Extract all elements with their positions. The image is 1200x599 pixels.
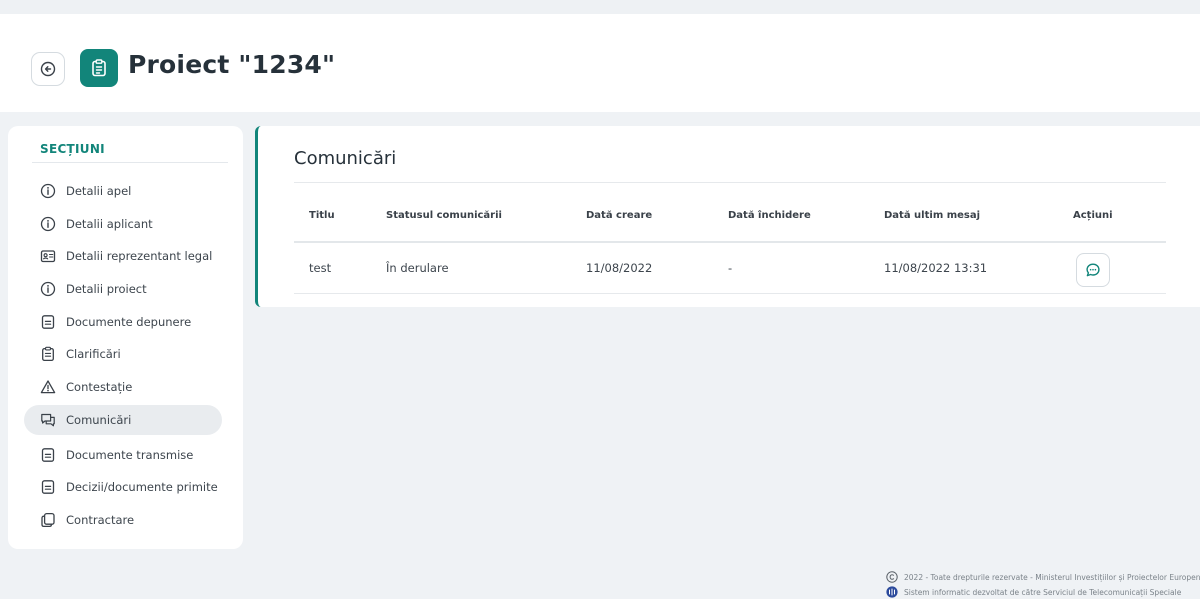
sidebar-item-label: Decizii/documente primite [66, 480, 218, 494]
sidebar-item-label: Documente transmise [66, 448, 194, 462]
sidebar-item-documente-transmise[interactable]: Documente transmise [24, 440, 222, 470]
footer-developer: Sistem informatic dezvoltat de către Ser… [886, 585, 1200, 599]
open-communication-button[interactable] [1076, 253, 1110, 287]
info-icon [40, 281, 56, 297]
cell-titlu: test [309, 261, 332, 275]
sidebar-item-label: Detalii proiect [66, 282, 147, 296]
warning-icon [40, 379, 56, 395]
column-header-data-creare[interactable]: Dată creare [586, 210, 652, 221]
document-icon [40, 314, 56, 330]
sidebar-item-decizii-documente-primite[interactable]: Decizii/documente primite [24, 472, 222, 502]
sidebar-divider [32, 162, 228, 163]
column-header-data-inchidere[interactable]: Dată închidere [728, 210, 811, 221]
table-header-divider [294, 241, 1166, 243]
arrow-left-circle-icon [40, 61, 56, 77]
chat-bubble-icon [1086, 263, 1100, 277]
chat-icon [40, 412, 56, 428]
back-button[interactable] [31, 52, 65, 86]
sts-logo-icon [886, 586, 898, 598]
column-header-data-ultim-mesaj[interactable]: Dată ultim mesaj [884, 210, 980, 221]
clipboard-icon [40, 346, 56, 362]
sidebar-item-label: Contestație [66, 380, 133, 394]
id-card-icon [40, 248, 56, 264]
cell-status: În derulare [386, 261, 449, 275]
sidebar: SECȚIUNI Detalii apel Detalii aplicant D… [8, 126, 243, 549]
footer-developer-text: Sistem informatic dezvoltat de către Ser… [904, 587, 1182, 597]
project-badge [80, 49, 118, 87]
title-divider [294, 182, 1166, 183]
sidebar-item-contestatie[interactable]: Contestație [24, 372, 222, 402]
sidebar-item-label: Detalii aplicant [66, 217, 153, 231]
sidebar-item-comunicari[interactable]: Comunicări [24, 405, 222, 435]
copy-icon [40, 512, 56, 528]
communications-panel: Comunicări Titlu Statusul comunicării Da… [255, 126, 1200, 307]
top-strip [0, 0, 1200, 14]
footer-copyright-text: 2022 - Toate drepturile rezervate - Mini… [904, 572, 1200, 582]
sidebar-item-label: Detalii apel [66, 184, 132, 198]
info-icon [40, 183, 56, 199]
sidebar-item-detalii-aplicant[interactable]: Detalii aplicant [24, 209, 222, 239]
page-header: Proiect "1234" [0, 14, 1200, 112]
sidebar-item-label: Contractare [66, 513, 135, 527]
sidebar-item-clarificari[interactable]: Clarificări [24, 339, 222, 369]
cell-data-inchidere: - [728, 261, 733, 275]
sidebar-heading: SECȚIUNI [40, 142, 105, 156]
sidebar-item-detalii-apel[interactable]: Detalii apel [24, 176, 222, 206]
page-title: Proiect "1234" [128, 50, 336, 79]
column-header-status[interactable]: Statusul comunicării [386, 210, 502, 221]
document-icon [40, 479, 56, 495]
copyright-icon [886, 571, 898, 583]
column-header-titlu[interactable]: Titlu [309, 210, 335, 221]
footer-copyright: 2022 - Toate drepturile rezervate - Mini… [886, 570, 1200, 584]
column-header-actiuni: Acțiuni [1073, 210, 1113, 221]
sidebar-item-label: Clarificări [66, 347, 121, 361]
sidebar-item-contractare[interactable]: Contractare [24, 505, 222, 535]
sidebar-item-label: Detalii reprezentant legal [66, 249, 213, 263]
clipboard-icon [92, 59, 106, 77]
table-row-divider [294, 293, 1166, 294]
sidebar-item-label: Comunicări [66, 413, 132, 427]
sidebar-item-detalii-reprezentant-legal[interactable]: Detalii reprezentant legal [24, 241, 222, 271]
document-icon [40, 447, 56, 463]
sidebar-item-detalii-proiect[interactable]: Detalii proiect [24, 274, 222, 304]
section-title: Comunicări [294, 148, 397, 169]
cell-data-ultim-mesaj: 11/08/2022 13:31 [884, 261, 988, 275]
cell-data-creare: 11/08/2022 [586, 261, 653, 275]
sidebar-item-label: Documente depunere [66, 315, 192, 329]
info-icon [40, 216, 56, 232]
sidebar-item-documente-depunere[interactable]: Documente depunere [24, 307, 222, 337]
